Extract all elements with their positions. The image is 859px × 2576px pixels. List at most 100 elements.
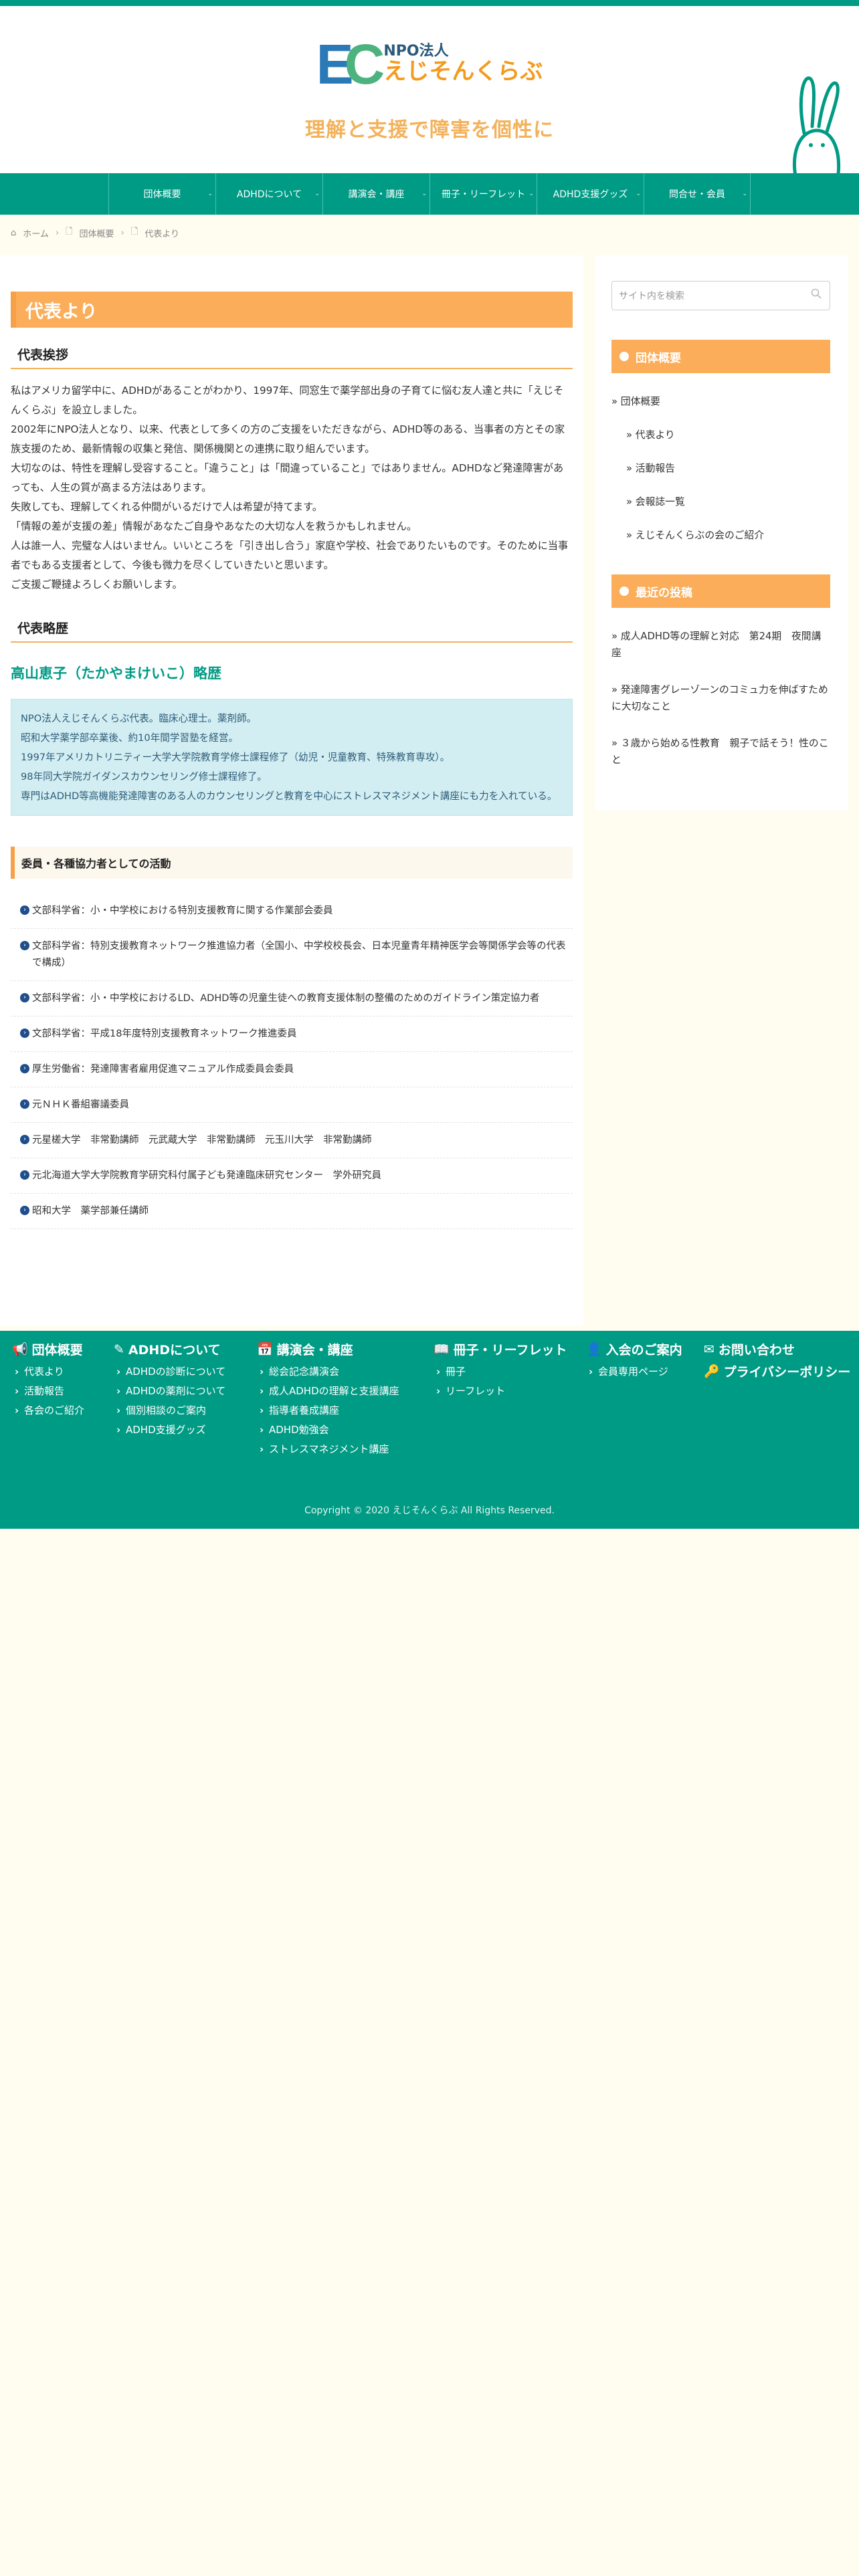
- footer-link[interactable]: ADHDの薬剤について: [114, 1382, 225, 1401]
- privacy-policy-link[interactable]: 🔑 プライバシーポリシー: [704, 1362, 850, 1380]
- footer-link[interactable]: リーフレット: [434, 1382, 567, 1401]
- activity-text: 元北海道大学大学院教育学研究科付属子ども発達臨床研究センター 学外研究員: [32, 1170, 381, 1181]
- search-input[interactable]: サイト内を検索: [611, 281, 830, 310]
- profile-line: 98年同大学院ガイダンスカウンセリング修士課程修了。: [21, 771, 267, 782]
- sidebar-item-reports[interactable]: » 活動報告: [611, 460, 830, 477]
- sidebar-item-message[interactable]: » 代表より: [611, 427, 830, 443]
- chevron-circle-icon: ›: [20, 993, 29, 1002]
- profile-box: NPO法人えじそんくらぶ代表。臨床心理士。薬剤師。 昭和大学薬学部卒業後、約10…: [11, 699, 573, 816]
- home-icon: ⌂: [11, 227, 17, 238]
- recent-post-title: 成人ADHD等の理解と対応 第24期 夜間講座: [611, 631, 822, 659]
- footer-link[interactable]: 冊子: [434, 1362, 567, 1382]
- footer-link[interactable]: ADHD勉強会: [257, 1420, 399, 1440]
- document-icon: 🗋: [130, 227, 138, 237]
- sidebar: サイト内を検索 団体概要 » 団体概要 » 代表より » 活動報告 » 会報誌一…: [595, 255, 848, 811]
- sidebar-item-newsletters[interactable]: » 会報誌一覧: [611, 494, 830, 510]
- sidebar-item-groups[interactable]: » えじそんくらぶの会のご紹介: [611, 527, 830, 544]
- list-item: › 昭和大学 薬学部兼任講師: [11, 1194, 573, 1229]
- about-submenu: » 代表より » 活動報告 » 会報誌一覧 » えじそんくらぶの会のご紹介: [611, 427, 830, 544]
- footer-heading[interactable]: ✉ お問い合わせ: [704, 1340, 850, 1358]
- chevron-right-icon: ›: [120, 227, 124, 238]
- chevron-right-icon: ›: [55, 227, 60, 238]
- footer-heading[interactable]: 👤 入会のご案内: [586, 1340, 682, 1358]
- breadcrumb-about[interactable]: 団体概要: [80, 227, 114, 239]
- chevron-circle-icon: ›: [20, 1099, 29, 1109]
- breadcrumb-home[interactable]: ホーム: [23, 227, 49, 239]
- activity-text: 文部科学省：小・中学校における特別支援教育に関する作業部会委員: [32, 905, 333, 916]
- footer-heading[interactable]: 📢 団体概要: [12, 1340, 84, 1358]
- footer-link[interactable]: 総会記念講演会: [257, 1362, 399, 1382]
- list-item: › 元星槎大学 非常勤講師 元武蔵大学 非常勤講師 元玉川大学 非常勤講師: [11, 1123, 573, 1158]
- site-footer: 📢団体概要 代表より 活動報告 各会のご紹介 ✎ ADHDについて ADHDの診断…: [0, 1331, 859, 1529]
- nav-item-adhd[interactable]: ADHDについて ⌄: [215, 173, 322, 215]
- widget-title-label: 団体概要: [636, 351, 681, 365]
- chevron-down-icon: ⌄: [636, 191, 641, 197]
- main-content: 代表より 代表挨拶 私はアメリカ留学中に、ADHDがあることがわかり、1997年…: [0, 255, 583, 1325]
- nav-item-booklets[interactable]: 冊子・リーフレット ⌄: [430, 173, 537, 215]
- site-header: EC NPO法人 えじそんくらぶ 理解と支援で障害を個性に: [0, 6, 859, 180]
- footer-link[interactable]: ADHDの診断について: [114, 1362, 225, 1382]
- nav-item-label: ADHD支援グッズ: [553, 189, 628, 200]
- footer-column-lectures: 📅講演会・講座 総会記念講演会 成人ADHDの理解と支援講座 指導者養成講座 A…: [257, 1340, 399, 1459]
- list-item: › 厚生労働省：発達障害者雇用促進マニュアル作成委員会委員: [11, 1052, 573, 1087]
- nav-item-about[interactable]: 団体概要 ⌄: [108, 173, 215, 215]
- search-icon[interactable]: [811, 288, 822, 299]
- profile-line: 1997年アメリカトリニティー大学大学院教育学修士課程修了（幼児・児童教育、特殊…: [21, 752, 450, 763]
- activity-text: 昭和大学 薬学部兼任講師: [32, 1206, 149, 1216]
- chevron-down-icon: ⌄: [314, 191, 320, 197]
- footer-link[interactable]: 会員専用ページ: [586, 1362, 682, 1382]
- footer-heading[interactable]: 📅 講演会・講座: [257, 1340, 399, 1358]
- list-item: › 元北海道大学大学院教育学研究科付属子ども発達臨床研究センター 学外研究員: [11, 1158, 573, 1194]
- megaphone-icon: 📢: [12, 1342, 28, 1357]
- nav-item-label: 講演会・講座: [348, 189, 405, 200]
- activity-text: 元星槎大学 非常勤講師 元武蔵大学 非常勤講師 元玉川大学 非常勤講師: [32, 1135, 372, 1146]
- footer-link[interactable]: ADHD支援グッズ: [114, 1420, 225, 1440]
- chevron-down-icon: ⌄: [421, 191, 427, 197]
- footer-heading[interactable]: ✎ ADHDについて: [114, 1340, 225, 1358]
- recent-posts: » 成人ADHD等の理解と対応 第24期 夜間講座 » 発達障害グレーゾーンのコ…: [611, 628, 830, 768]
- nav-item-label: 団体概要: [143, 189, 181, 200]
- footer-heading-label: 冊子・リーフレット: [453, 1343, 567, 1358]
- list-item: › 文部科学省：小・中学校におけるLD、ADHD等の児童生徒への教育支援体制の整備…: [11, 981, 573, 1016]
- recent-post-link[interactable]: » 発達障害グレーゾーンのコミュ力を伸ばすために大切なこと: [611, 681, 830, 715]
- site-logo[interactable]: EC NPO法人 えじそんくらぶ: [0, 36, 859, 92]
- list-item: › 文部科学省：特別支援教育ネットワーク推進協力者（全国小、中学校校長会、日本児童…: [11, 929, 573, 981]
- nav-item-goods[interactable]: ADHD支援グッズ ⌄: [537, 173, 644, 215]
- rabbit-mascot-icon: [793, 76, 841, 180]
- person-name: 高山恵子（たかやまけいこ）略歴: [11, 665, 221, 681]
- sidebar-item-about[interactable]: » 団体概要: [611, 393, 830, 410]
- recent-post-link[interactable]: » 成人ADHD等の理解と対応 第24期 夜間講座: [611, 628, 830, 661]
- nav-item-lectures[interactable]: 講演会・講座 ⌄: [322, 173, 430, 215]
- footer-link[interactable]: 活動報告: [12, 1382, 84, 1401]
- footer-heading[interactable]: 📖 冊子・リーフレット: [434, 1340, 567, 1358]
- footer-link[interactable]: 個別相談のご案内: [114, 1401, 225, 1420]
- footer-heading-label: 団体概要: [31, 1343, 83, 1358]
- footer-links: ADHDの診断について ADHDの薬剤について 個別相談のご案内 ADHD支援グ…: [114, 1362, 225, 1440]
- activity-text: 文部科学省：平成18年度特別支援教育ネットワーク推進委員: [32, 1029, 297, 1039]
- greeting-paragraph: 私はアメリカ留学中に、ADHDがあることがわかり、1997年、同窓生で薬学部出身…: [11, 385, 564, 416]
- greeting-paragraph: 2002年にNPO法人となり、以来、代表として多くの方のご支援をいただきながら、…: [11, 423, 565, 455]
- activity-text: 厚生労働省：発達障害者雇用促進マニュアル作成委員会委員: [32, 1064, 294, 1075]
- footer-link[interactable]: 成人ADHDの理解と支援講座: [257, 1382, 399, 1401]
- activities-heading: 委員・各種協力者としての活動: [11, 847, 573, 879]
- profile-heading: 代表略歴: [11, 613, 573, 643]
- footer-column-about: 📢団体概要 代表より 活動報告 各会のご紹介: [12, 1340, 84, 1420]
- recent-post-link[interactable]: » ３歳から始める性教育 親子で話そう！性のこと: [611, 735, 830, 768]
- breadcrumb: ⌂ ホーム › 🗋 団体概要 › 🗋 代表より: [0, 215, 859, 251]
- nav-item-contact[interactable]: 問合せ・会員 ⌄: [644, 173, 751, 215]
- footer-link[interactable]: ストレスマネジメント講座: [257, 1440, 399, 1459]
- widget-title-recent: 最近の投稿: [611, 574, 830, 608]
- edit-icon: ✎: [114, 1341, 124, 1357]
- footer-link[interactable]: 指導者養成講座: [257, 1401, 399, 1420]
- footer-column-contact: ✉ お問い合わせ 🔑 プライバシーポリシー: [704, 1340, 850, 1380]
- list-item: › 元ＮＨＫ番組審議委員: [11, 1087, 573, 1123]
- book-icon: 📖: [434, 1342, 450, 1357]
- footer-link[interactable]: 代表より: [12, 1362, 84, 1382]
- breadcrumb-current: 代表より: [145, 229, 179, 239]
- footer-heading-label: お問い合わせ: [718, 1343, 795, 1358]
- footer-link[interactable]: 各会のご紹介: [12, 1401, 84, 1420]
- logo-text: NPO法人 えじそんくらぶ: [383, 43, 543, 85]
- chevron-circle-icon: ›: [20, 905, 29, 915]
- activity-text: 元ＮＨＫ番組審議委員: [32, 1099, 129, 1110]
- document-icon: 🗋: [66, 227, 73, 237]
